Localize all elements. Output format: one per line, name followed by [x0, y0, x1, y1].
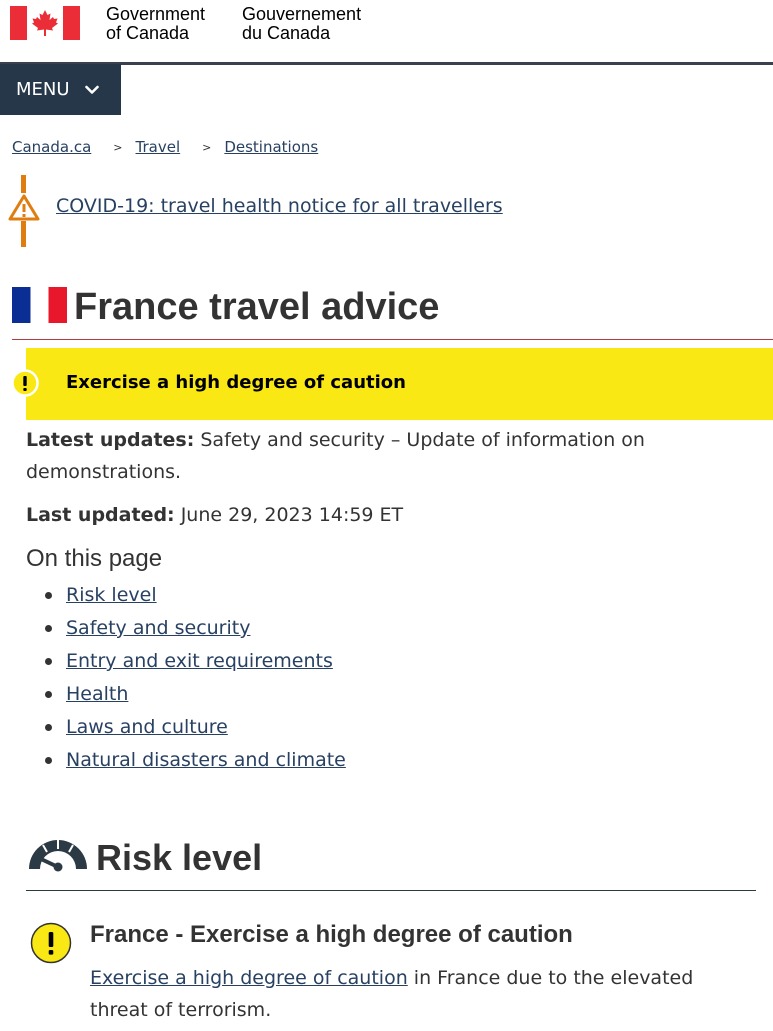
signature-fr[interactable]: Gouvernement du Canada [242, 5, 361, 43]
breadcrumb-canada[interactable]: Canada.ca [12, 138, 91, 156]
on-this-page-title: On this page [26, 545, 163, 572]
last-updated-value: June 29, 2023 14:59 ET [174, 504, 404, 526]
list-item: Risk level [26, 580, 346, 613]
exclamation-circle-icon [30, 922, 72, 964]
signature-fr-line2: du Canada [242, 23, 331, 43]
latest-updates-label: Latest updates: [26, 429, 195, 451]
last-updated-label: Last updated: [26, 504, 175, 526]
breadcrumb-destinations[interactable]: Destinations [224, 138, 318, 156]
link-health[interactable]: Health [66, 683, 128, 705]
signature-en-line2: of Canada [106, 23, 190, 43]
latest-updates: Latest updates: Safety and security – Up… [26, 424, 726, 488]
gc-header: Government of Canada Gouvernement du Can… [0, 0, 773, 65]
link-entry-exit[interactable]: Entry and exit requirements [66, 650, 333, 672]
list-item: Safety and security [26, 613, 346, 646]
last-updated: Last updated: June 29, 2023 14:59 ET [26, 500, 403, 530]
canada-flag-icon[interactable] [10, 6, 80, 40]
link-laws-culture[interactable]: Laws and culture [66, 716, 228, 738]
breadcrumb: Canada.ca > Travel > Destinations [12, 138, 318, 156]
list-item: Natural disasters and climate [26, 745, 346, 778]
risk-gauge-icon [29, 840, 87, 872]
breadcrumb-travel[interactable]: Travel [136, 138, 181, 156]
list-item: Health [26, 679, 346, 712]
caution-banner-text: Exercise a high degree of caution [66, 372, 406, 393]
risk-level-description: Exercise a high degree of caution in Fra… [90, 962, 730, 1026]
title-area: France travel advice [12, 283, 773, 340]
risk-level-subtitle: France - Exercise a high degree of cauti… [90, 921, 573, 948]
link-natural-disasters[interactable]: Natural disasters and climate [66, 749, 346, 771]
warning-triangle-icon [8, 193, 40, 221]
risk-level-heading: Risk level [26, 832, 756, 891]
risk-level-title: Risk level [96, 837, 263, 878]
menu-button[interactable]: MENU [0, 64, 121, 115]
list-item: Entry and exit requirements [26, 646, 346, 679]
france-flag-icon [12, 287, 67, 323]
covid-notice: COVID-19: travel health notice for all t… [8, 175, 608, 249]
list-item: Laws and culture [26, 712, 346, 745]
chevron-down-icon [84, 85, 99, 94]
page-title: France travel advice [74, 286, 440, 328]
link-safety-security[interactable]: Safety and security [66, 617, 250, 639]
menu-label: MENU [16, 79, 70, 100]
breadcrumb-separator: > [113, 140, 123, 154]
exclamation-circle-icon [11, 369, 39, 397]
signature-en[interactable]: Government of Canada [106, 5, 205, 43]
covid-notice-link[interactable]: COVID-19: travel health notice for all t… [56, 195, 503, 217]
breadcrumb-separator: > [202, 140, 212, 154]
signature-en-line1: Government [106, 4, 206, 24]
link-risk-level[interactable]: Risk level [66, 584, 157, 606]
on-this-page-list: Risk level Safety and security Entry and… [26, 580, 346, 778]
risk-level-link[interactable]: Exercise a high degree of caution [90, 967, 408, 989]
signature-fr-line1: Gouvernement [242, 4, 362, 24]
